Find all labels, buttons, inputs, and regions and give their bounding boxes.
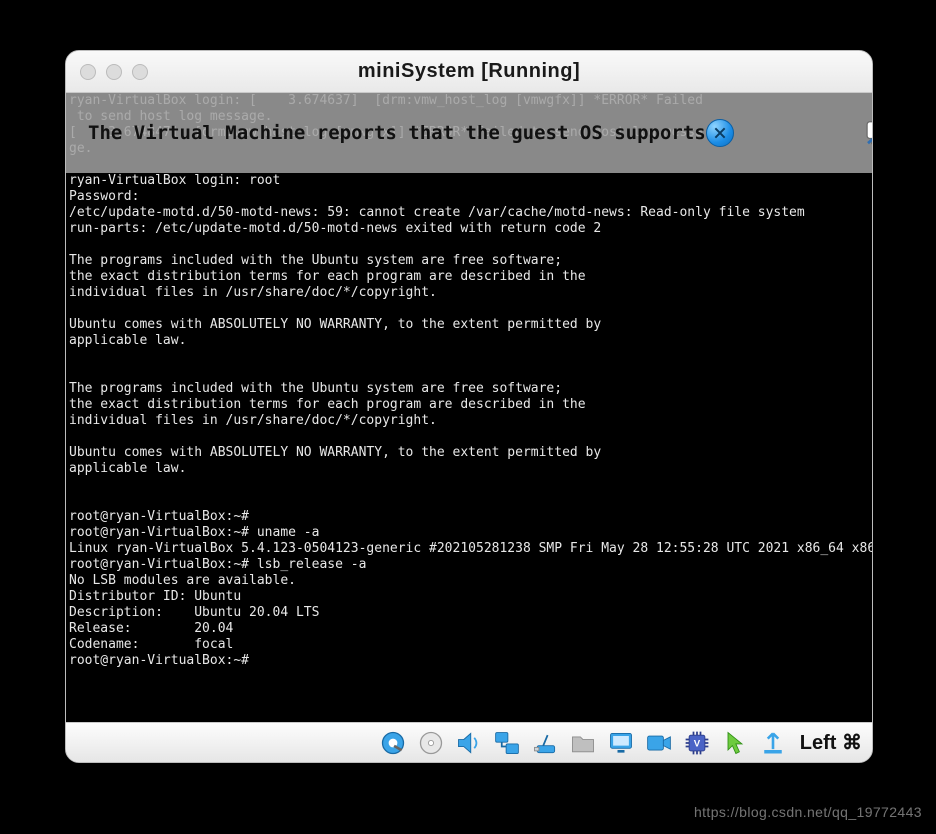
watermark-text: https://blog.csdn.net/qq_19772443: [694, 804, 922, 820]
speech-bubble-disabled-icon: [866, 119, 872, 145]
guest-display[interactable]: ryan-VirtualBox login: [ 3.674637] [drm:…: [66, 93, 872, 722]
zoom-window-button[interactable]: [132, 64, 148, 80]
optical-disc-icon: [417, 729, 445, 757]
audio-icon: [455, 729, 483, 757]
chip-icon: V: [683, 729, 711, 757]
mouse-pointer-icon: [721, 729, 749, 757]
titlebar[interactable]: miniSystem [Running]: [66, 51, 872, 93]
mouse-integration-indicator[interactable]: [720, 728, 750, 758]
usb-icon: [531, 729, 559, 757]
minimize-window-button[interactable]: [106, 64, 122, 80]
guest-notification-bar: The Virtual Machine reports that the gue…: [66, 93, 872, 173]
host-key-text: Left ⌘: [800, 730, 862, 755]
network-icon: [493, 729, 521, 757]
optical-drive-indicator[interactable]: [416, 728, 446, 758]
usb-indicator[interactable]: [530, 728, 560, 758]
display-icon: [607, 729, 635, 757]
recording-indicator[interactable]: [644, 728, 674, 758]
audio-indicator[interactable]: [454, 728, 484, 758]
processor-indicator[interactable]: V: [682, 728, 712, 758]
vm-window: miniSystem [Running] ryan-VirtualBox log…: [65, 50, 873, 763]
keyboard-arrow-icon: [759, 729, 787, 757]
close-icon: [712, 125, 728, 141]
folder-icon: [569, 729, 597, 757]
svg-text:V: V: [694, 738, 701, 749]
notification-settings-button[interactable]: [752, 103, 872, 163]
host-key-label: Left ⌘: [796, 730, 862, 755]
notification-message: The Virtual Machine reports that the gue…: [88, 125, 706, 141]
hard-disk-indicator[interactable]: [378, 728, 408, 758]
keyboard-capture-indicator[interactable]: [758, 728, 788, 758]
traffic-lights: [66, 64, 148, 80]
display-indicator[interactable]: [606, 728, 636, 758]
terminal-output: ryan-VirtualBox login: [ 3.674637] [drm:…: [69, 93, 872, 669]
network-indicator[interactable]: [492, 728, 522, 758]
dismiss-notification-button[interactable]: [706, 119, 734, 147]
shared-folders-indicator[interactable]: [568, 728, 598, 758]
close-window-button[interactable]: [80, 64, 96, 80]
window-title: miniSystem [Running]: [66, 60, 872, 83]
hard-disk-icon: [379, 729, 407, 757]
status-bar: V Left ⌘: [66, 722, 872, 762]
recording-icon: [645, 729, 673, 757]
